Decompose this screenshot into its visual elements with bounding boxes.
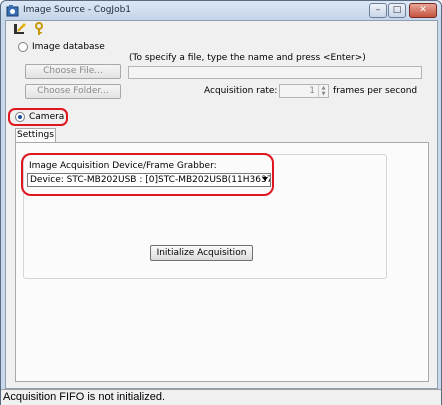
image-database-label: Image database (32, 42, 105, 52)
tab-settings[interactable]: Settings (15, 128, 56, 143)
choose-file-button[interactable]: Choose File... (25, 64, 121, 79)
client-area: Image database (To specify a file, type … (5, 20, 438, 389)
maximize-button[interactable]: □ (388, 3, 406, 18)
status-bar: Acquisition FIFO is not initialized. (1, 389, 441, 405)
device-highlight (21, 153, 274, 196)
camera-label: Camera (29, 112, 65, 122)
choose-folder-button[interactable]: Choose Folder... (25, 84, 121, 99)
settings-panel: Image Acquisition Device/Frame Grabber: … (15, 142, 429, 382)
file-hint-text: (To specify a file, type the name and pr… (129, 53, 366, 63)
spinner-arrows-icon[interactable]: ▲ ▼ (318, 85, 328, 97)
initialize-acquisition-button[interactable]: Initialize Acquisition (150, 245, 253, 261)
close-button[interactable]: ✕ (409, 3, 437, 18)
app-icon (6, 5, 19, 17)
image-source-window: Image Source - CogJob1 – □ ✕ Image datab… (0, 0, 442, 405)
camera-radio[interactable] (15, 112, 25, 122)
title-bar[interactable]: Image Source - CogJob1 – □ ✕ (1, 1, 441, 20)
image-database-radio[interactable] (18, 42, 28, 52)
frames-unit-label: frames per second (333, 86, 418, 96)
acquisition-rate-value: 1 (309, 86, 315, 96)
acquisition-rate-spinner[interactable]: 1 ▲ ▼ (279, 84, 329, 98)
file-name-input[interactable] (128, 66, 422, 79)
acquisition-rate-label: Acquisition rate: (204, 86, 278, 96)
minimize-button[interactable]: – (369, 3, 387, 18)
camera-sensor-icon[interactable] (13, 22, 27, 36)
help-key-icon[interactable] (32, 22, 46, 36)
window-title: Image Source - CogJob1 (23, 5, 132, 15)
